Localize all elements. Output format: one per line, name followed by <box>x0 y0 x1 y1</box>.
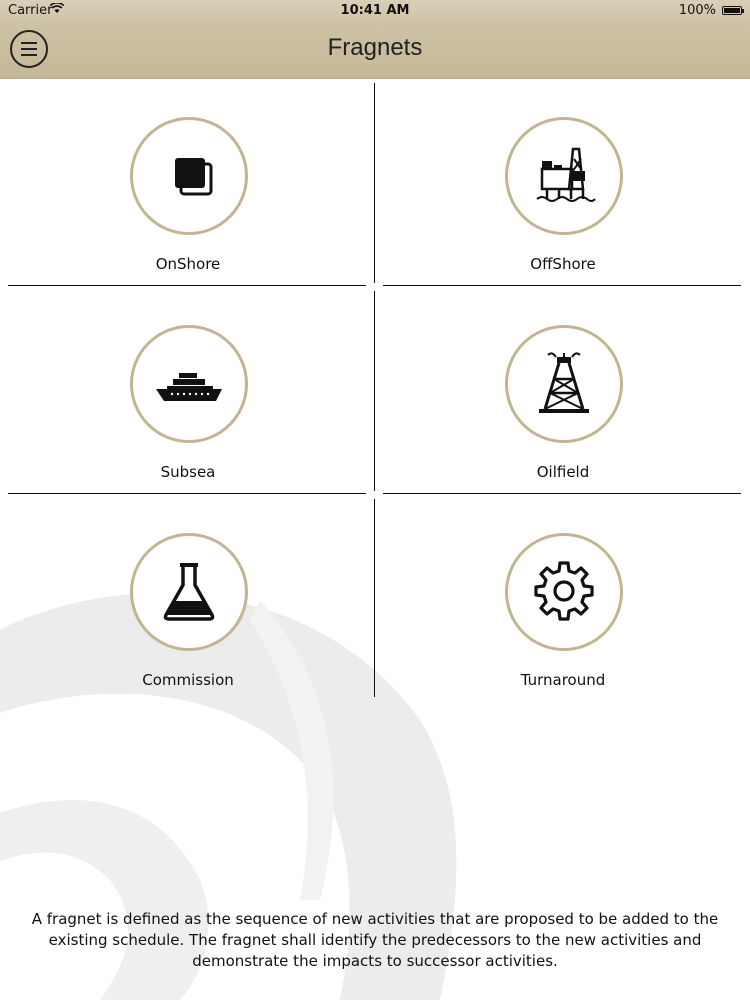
oil-derrick-icon <box>505 325 623 443</box>
tile-label: Turnaround <box>520 671 606 689</box>
tile-label: Commission <box>142 671 234 689</box>
flask-icon <box>130 533 248 651</box>
tile-label: OffShore <box>530 255 596 273</box>
tile-onshore[interactable]: OnShore <box>6 80 370 280</box>
divider <box>374 83 375 283</box>
tile-oilfield[interactable]: Oilfield <box>381 288 745 488</box>
divider <box>383 493 741 494</box>
navigation-bar: Fragnets <box>0 22 750 79</box>
tile-turnaround[interactable]: Turnaround <box>381 496 745 696</box>
divider <box>8 285 366 286</box>
tile-commission[interactable]: Commission <box>6 496 370 696</box>
divider <box>374 291 375 491</box>
fragnet-description: A fragnet is defined as the sequence of … <box>31 910 719 970</box>
divider <box>383 285 741 286</box>
divider <box>8 493 366 494</box>
clock: 10:41 AM <box>340 3 410 18</box>
status-bar: Carrier 10:41 AM 100% <box>0 0 750 22</box>
gear-icon <box>505 533 623 651</box>
offshore-platform-icon <box>505 117 623 235</box>
divider <box>374 499 375 697</box>
stacked-squares-icon <box>130 117 248 235</box>
battery-icon <box>722 6 744 15</box>
battery-percentage: 100% <box>678 3 716 18</box>
tile-offshore[interactable]: OffShore <box>381 80 745 280</box>
ship-icon <box>130 325 248 443</box>
page-title: Fragnets <box>327 34 423 61</box>
tile-label: Oilfield <box>536 463 590 481</box>
tile-label: Subsea <box>160 463 216 481</box>
tile-subsea[interactable]: Subsea <box>6 288 370 488</box>
tile-label: OnShore <box>155 255 221 273</box>
